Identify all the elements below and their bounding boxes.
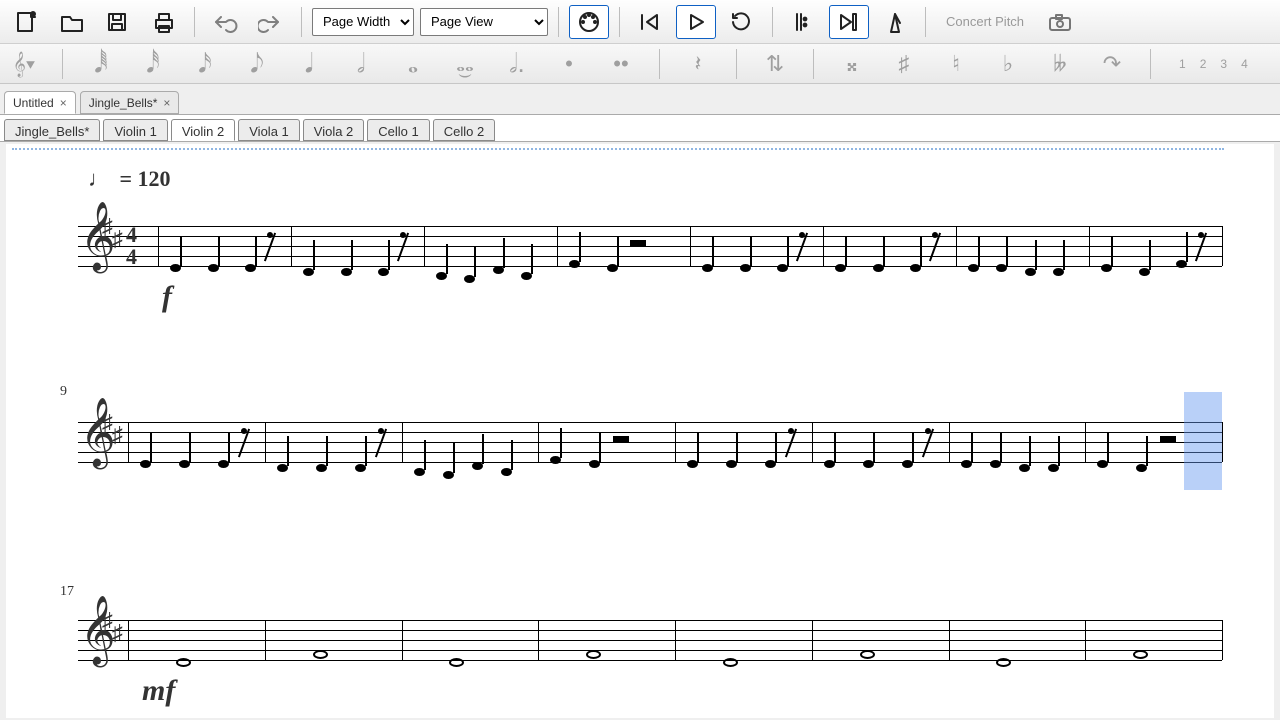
part-tab[interactable]: Jingle_Bells* — [4, 119, 100, 141]
undo-button[interactable] — [205, 5, 245, 39]
separator — [772, 7, 773, 37]
dot-icon[interactable]: • — [551, 51, 587, 77]
part-tab-viola2[interactable]: Viola 2 — [303, 119, 365, 141]
note-toolbar: 𝄞▾ 𝅘𝅥𝅱 𝅘𝅥𝅰 𝅘𝅥𝅯 𝅘𝅥𝅮 𝅘𝅥 𝅗𝅥 𝅝 𝅝͜𝅝 𝅗𝅥. • •• … — [0, 44, 1280, 84]
save-button[interactable] — [98, 5, 138, 39]
separator — [813, 49, 814, 79]
voice-2[interactable]: 2 — [1200, 57, 1207, 71]
staff-2: 𝄞♯♯ — [78, 422, 1222, 462]
doc-tab-label: Untitled — [13, 96, 54, 110]
part-tab-viola1[interactable]: Viola 1 — [238, 119, 300, 141]
note-64-icon[interactable]: 𝅘𝅥𝅱 — [83, 48, 119, 80]
separator — [659, 49, 660, 79]
staff-3: 𝄞♯♯ — [78, 620, 1222, 660]
note-2-icon[interactable]: 𝅗𝅥 — [343, 48, 379, 80]
note-16-icon[interactable]: 𝅘𝅥𝅯 — [187, 48, 223, 80]
separator — [619, 7, 620, 37]
rewind-button[interactable] — [630, 5, 670, 39]
voice-4[interactable]: 4 — [1241, 57, 1248, 71]
voice-3[interactable]: 3 — [1220, 57, 1227, 71]
measure-number-3: 17 — [60, 584, 74, 600]
part-tab-violin2[interactable]: Violin 2 — [171, 119, 235, 141]
rest-icon[interactable]: 𝄽 — [680, 51, 716, 77]
dynamic-mf: mf — [142, 674, 175, 708]
part-tab-cello2[interactable]: Cello 2 — [433, 119, 495, 141]
separator — [1150, 49, 1151, 79]
tie-icon[interactable]: 𝅝͜𝅝 — [447, 51, 483, 77]
separator — [194, 7, 195, 37]
close-icon[interactable]: × — [163, 96, 170, 110]
dblflat-icon[interactable]: 𝄫 — [1042, 51, 1078, 77]
document-tabs: Untitled × Jingle_Bells* × — [0, 84, 1280, 114]
redo-button[interactable] — [251, 5, 291, 39]
zoom-select[interactable]: Page Width — [312, 8, 414, 36]
doc-tab-label: Jingle_Bells* — [89, 96, 158, 110]
dblsharp-icon[interactable]: 𝄪 — [834, 51, 870, 77]
selection-highlight — [1184, 392, 1222, 490]
midi-input-button[interactable] — [569, 5, 609, 39]
swap-icon[interactable]: ⇅ — [757, 51, 793, 77]
note-4-icon[interactable]: 𝅘𝅥 — [291, 48, 327, 80]
natural-icon[interactable]: ♮ — [938, 51, 974, 77]
open-button[interactable] — [52, 5, 92, 39]
tempo-marking: = 120 — [88, 166, 171, 192]
dynamic-f: f — [162, 280, 172, 314]
doc-tab-untitled[interactable]: Untitled × — [4, 91, 76, 114]
snapshot-button[interactable] — [1040, 5, 1080, 39]
repeat-in-button[interactable] — [783, 5, 823, 39]
measure-number-2: 9 — [60, 384, 67, 400]
staff-1: 𝄞♯♯44 — [78, 226, 1222, 266]
play-button[interactable] — [676, 5, 716, 39]
concert-pitch-button[interactable]: Concert Pitch — [936, 14, 1034, 29]
main-toolbar: Page Width Page View Concert Pitch — [0, 0, 1280, 44]
doc-tab-jingle[interactable]: Jingle_Bells* × — [80, 91, 180, 114]
grace-icon[interactable]: ↷ — [1094, 51, 1130, 77]
note-1-icon[interactable]: 𝅝 — [395, 48, 431, 80]
separator — [558, 7, 559, 37]
note-8-icon[interactable]: 𝅘𝅥𝅮 — [239, 48, 275, 80]
view-select[interactable]: Page View — [420, 8, 548, 36]
separator — [925, 7, 926, 37]
separator — [62, 49, 63, 79]
dotted-half-icon[interactable]: 𝅗𝅥. — [499, 48, 535, 80]
repeat-out-button[interactable] — [829, 5, 869, 39]
part-tab-violin1[interactable]: Violin 1 — [103, 119, 167, 141]
voice-buttons: 1 2 3 4 — [1179, 57, 1248, 71]
print-button[interactable] — [144, 5, 184, 39]
score-canvas[interactable]: = 120 𝄞♯♯44 f 9 𝄞♯♯ 17 𝄞♯♯ mf — [6, 144, 1274, 718]
separator — [736, 49, 737, 79]
note-32-icon[interactable]: 𝅘𝅥𝅰 — [135, 48, 171, 80]
metronome-button[interactable] — [875, 5, 915, 39]
quarter-icon — [88, 166, 114, 191]
part-tab-cello1[interactable]: Cello 1 — [367, 119, 429, 141]
ddot-icon[interactable]: •• — [603, 51, 639, 77]
part-tabs: Jingle_Bells* Violin 1 Violin 2 Viola 1 … — [0, 114, 1280, 142]
separator — [301, 7, 302, 37]
new-button[interactable] — [6, 5, 46, 39]
loop-button[interactable] — [722, 5, 762, 39]
sharp-icon[interactable]: ♯ — [886, 51, 922, 77]
close-icon[interactable]: × — [60, 96, 67, 110]
noteinput-icon[interactable]: 𝄞▾ — [6, 51, 42, 77]
page-divider — [12, 148, 1224, 150]
voice-1[interactable]: 1 — [1179, 57, 1186, 71]
flat-icon[interactable]: ♭ — [990, 51, 1026, 77]
